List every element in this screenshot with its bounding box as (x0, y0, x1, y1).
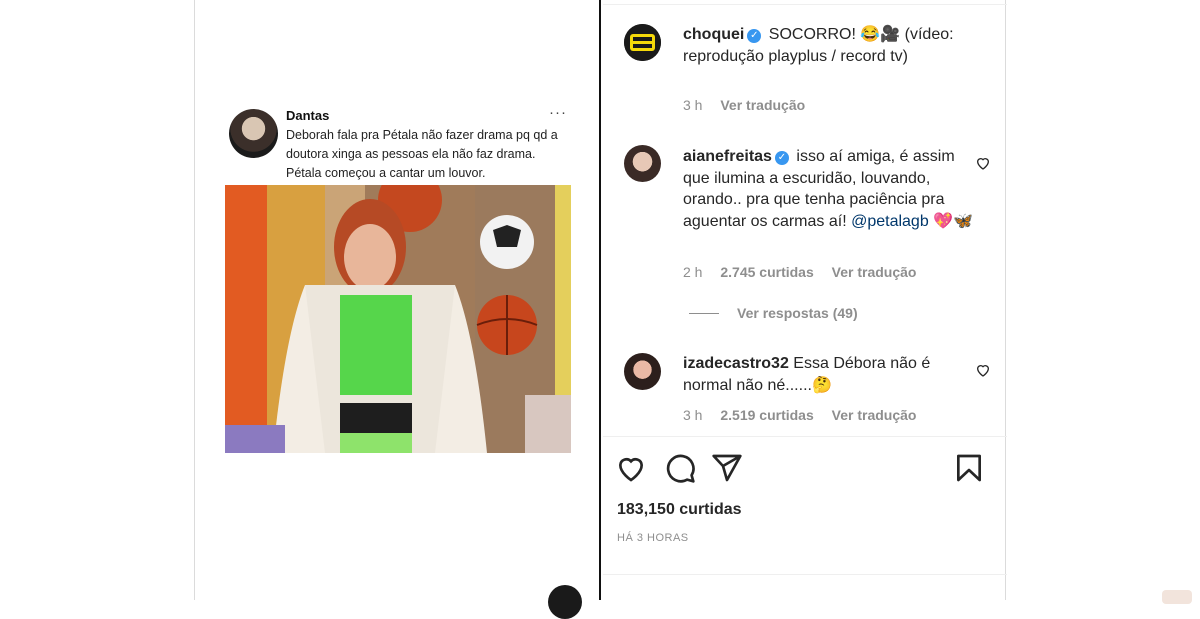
comment-username[interactable]: izadecastro32 (683, 355, 789, 372)
divider (603, 4, 1007, 5)
comment-likes-link[interactable]: 2.745 curtidas (720, 264, 813, 280)
post-actions: 183,150 curtidas HÁ 3 HORAS (603, 436, 1007, 576)
post-media[interactable]: Dantas ··· Deborah fala pra Pétala não f… (195, 0, 601, 619)
post-time[interactable]: HÁ 3 HORAS (617, 532, 689, 544)
comment-icon[interactable] (664, 452, 696, 484)
next-arrow-button[interactable] (548, 585, 582, 619)
tweet-author: Dantas (286, 108, 330, 123)
caption-translate-link[interactable]: Ver tradução (720, 97, 805, 113)
comment-like-heart-icon[interactable] (975, 155, 991, 171)
comment-meta: 3 h 2.519 curtidas Ver tradução (683, 407, 930, 423)
verified-icon: ✓ (747, 29, 762, 43)
heart-icon[interactable] (615, 452, 647, 484)
comment-mention-link[interactable]: @petalagb (851, 213, 929, 230)
verified-icon: ✓ (774, 151, 789, 165)
replies-divider (689, 313, 719, 314)
photo-illustration (225, 185, 571, 453)
caption-time: 3 h (683, 97, 703, 113)
comment-like-heart-icon[interactable] (975, 362, 991, 378)
likes-count[interactable]: 183,150 curtidas (617, 501, 742, 519)
izadecastro32-avatar[interactable] (624, 353, 661, 390)
choquei-logo (624, 24, 661, 61)
comment-translate-link[interactable]: Ver tradução (832, 407, 917, 423)
comment-text: aianefreitas ✓ isso aí amiga, é assim que… (683, 146, 983, 232)
view-replies-button[interactable]: Ver respostas (49) (689, 305, 858, 321)
divider (603, 574, 1007, 575)
bookmark-icon[interactable] (953, 452, 985, 484)
comment-text: izadecastro32 Essa Débora não é normal n… (683, 353, 983, 396)
corner-badge (1162, 590, 1192, 604)
comment-time: 3 h (683, 407, 703, 423)
tweet-text: Deborah fala pra Pétala não fazer drama … (286, 128, 558, 180)
replies-label: Ver respostas (49) (737, 305, 858, 321)
post-dialog: Dantas ··· Deborah fala pra Pétala não f… (194, 0, 1007, 619)
aianefreitas-avatar[interactable] (624, 145, 661, 182)
caption-meta: 3 h Ver tradução (683, 97, 819, 113)
comment-likes-link[interactable]: 2.519 curtidas (720, 407, 813, 423)
comments-panel: choquei ✓ SOCORRO! 😂🎥 (vídeo: reprodução … (603, 0, 1007, 600)
tweet-avatar (229, 109, 278, 158)
comment-username[interactable]: aianefreitas (683, 148, 772, 165)
choquei-avatar[interactable] (624, 24, 661, 61)
tweet-photo (225, 185, 571, 453)
comment-translate-link[interactable]: Ver tradução (832, 264, 917, 280)
send-icon[interactable] (711, 452, 743, 484)
comment-emoji: 💖🦋 (933, 212, 974, 230)
comment-time: 2 h (683, 264, 703, 280)
caption-text: choquei ✓ SOCORRO! 😂🎥 (vídeo: reprodução … (683, 24, 983, 67)
comment-meta: 2 h 2.745 curtidas Ver tradução (683, 264, 930, 280)
caption-username[interactable]: choquei (683, 26, 744, 43)
more-icon: ··· (549, 104, 567, 121)
